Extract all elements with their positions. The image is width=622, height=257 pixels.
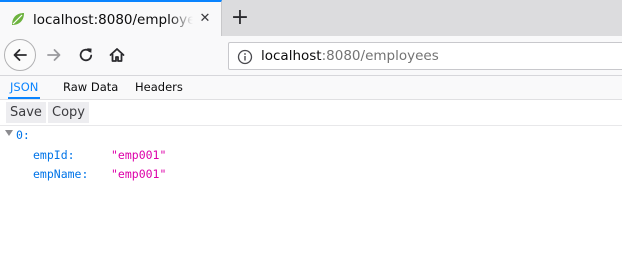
reload-button[interactable]: [72, 41, 100, 69]
reload-icon: [79, 48, 93, 62]
forward-button[interactable]: [40, 41, 68, 69]
tab-title: localhost:8080/employees: [33, 12, 193, 28]
tab-headers[interactable]: Headers: [133, 76, 185, 99]
home-icon: [109, 48, 125, 62]
array-index-key[interactable]: 0:: [16, 127, 30, 143]
json-value-empname: "emp001": [111, 167, 167, 181]
json-tree: 0: empId: "emp001" empName: "emp001": [0, 126, 622, 257]
info-icon[interactable]: [237, 49, 253, 65]
expand-triangle-icon[interactable]: [5, 130, 13, 136]
forward-arrow-icon: [47, 49, 61, 61]
url-text: localhost:8080/employees: [261, 47, 439, 65]
json-toolbar: Save Copy: [0, 100, 622, 126]
json-viewer-tabs: JSON Raw Data Headers: [0, 76, 622, 100]
json-key-empid: empId:: [33, 148, 75, 162]
tab-raw-data[interactable]: Raw Data: [61, 76, 120, 99]
back-button[interactable]: [4, 39, 36, 71]
plus-icon: +: [230, 5, 250, 30]
url-path: :8080/employees: [321, 48, 439, 64]
navigation-toolbar: localhost:8080/employees: [0, 36, 622, 76]
tab-json[interactable]: JSON: [8, 76, 41, 99]
url-host: localhost: [261, 48, 322, 64]
back-arrow-icon: [13, 49, 27, 61]
spring-leaf-icon: [10, 11, 26, 27]
home-button[interactable]: [103, 41, 131, 69]
close-icon[interactable]: ✕: [198, 12, 212, 26]
json-value-empid: "emp001": [111, 148, 167, 162]
new-tab-button[interactable]: +: [226, 4, 254, 32]
address-bar[interactable]: localhost:8080/employees: [228, 42, 622, 70]
save-button[interactable]: Save: [6, 102, 46, 123]
tab-strip: localhost:8080/employees ✕ +: [0, 0, 622, 36]
browser-tab[interactable]: localhost:8080/employees ✕: [0, 0, 222, 36]
copy-button[interactable]: Copy: [48, 102, 89, 123]
json-key-empname: empName:: [33, 167, 89, 181]
